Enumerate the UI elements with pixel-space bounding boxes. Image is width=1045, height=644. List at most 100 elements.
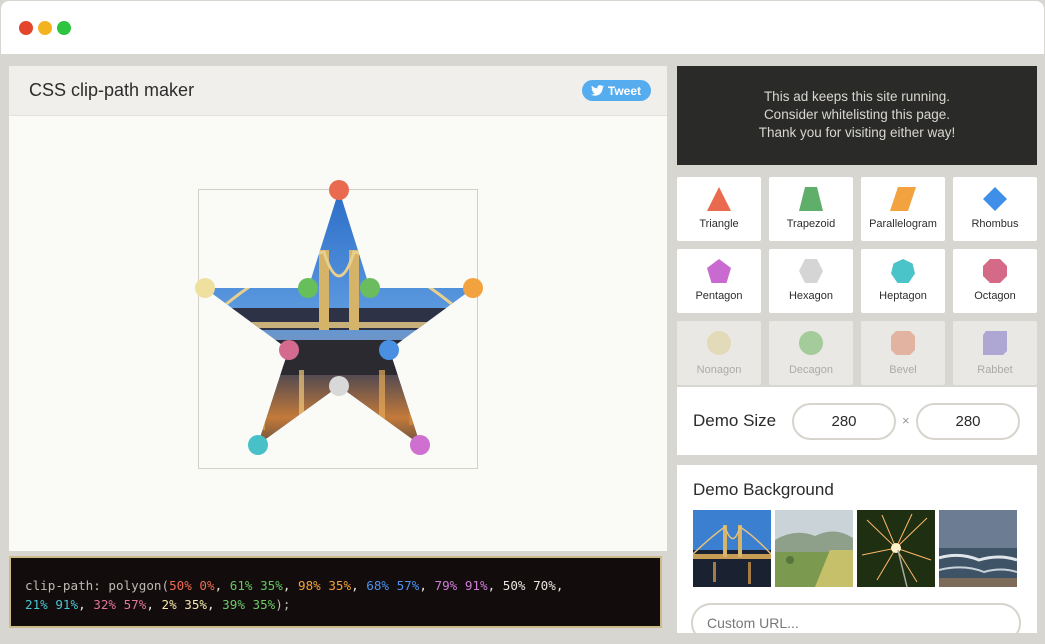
pentagon-icon [707,259,731,283]
clip-point-2-handle[interactable] [359,278,380,298]
code-prefix: clip-path: polygon( [25,578,170,593]
tweet-button[interactable]: Tweet [581,80,651,101]
code-point-8: 32% 57% [93,597,147,612]
code-point-9: 2% 35% [161,597,208,612]
code-point-6: 50% 70% [502,578,556,593]
ad-line-1: This ad keeps this site running. [763,89,951,104]
shape-bevel[interactable]: Bevel [861,321,945,385]
heptagon-icon [891,259,915,283]
code-sep: , [419,578,435,593]
hexagon-icon [799,259,823,283]
code-point-5: 79% 91% [434,578,488,593]
code-sep: , [487,578,503,593]
code-sep: , [214,578,230,593]
custom-url-input[interactable]: Custom URL... [691,603,1021,633]
code-suffix: ); [275,597,291,612]
size-separator: × [902,413,910,428]
valley-thumbnail[interactable] [775,510,853,587]
shape-label: Bevel [889,364,917,376]
beach-image [939,510,1017,587]
shape-parallelogram[interactable]: Parallelogram [861,177,945,241]
shape-label: Rhombus [971,218,1019,230]
shape-label: Parallelogram [869,218,937,230]
trapezoid-icon [799,187,823,211]
shape-hexagon[interactable]: Hexagon [769,249,853,313]
shape-label: Heptagon [879,290,927,302]
shape-label: Hexagon [788,290,834,302]
triangle-icon [707,187,731,211]
shape-trapezoid[interactable]: Trapezoid [769,177,853,241]
parallelogram-icon [890,187,916,211]
bevel-icon [891,331,915,355]
shape-label: Rabbet [977,364,1013,376]
demo-height-input[interactable]: 280 [916,403,1020,440]
shape-label: Pentagon [695,290,743,302]
shape-pentagon[interactable]: Pentagon [677,249,761,313]
demo-size-panel: Demo Size 280 × 280 [677,387,1037,455]
clip-point-8-handle[interactable] [278,339,299,360]
minimize-window-button[interactable] [38,21,52,35]
demo-background-panel: Demo Background Custom URL... [677,465,1037,633]
valley-image [775,510,853,587]
demo-background-label: Demo Background [693,480,834,499]
page-title: CSS clip-path maker [29,80,195,100]
shape-rabbet[interactable]: Rabbet [953,321,1037,385]
ad-line-3: Thank you for visiting either way! [758,125,956,140]
clip-point-7-handle[interactable] [247,434,268,455]
clip-point-6-handle[interactable] [329,376,349,396]
code-sep: , [146,597,162,612]
clip-point-1-handle[interactable] [329,180,349,200]
rhombus-icon [983,187,1007,211]
clip-point-9-handle[interactable] [194,278,215,298]
shape-decagon[interactable]: Decagon [769,321,853,385]
maximize-window-button[interactable] [57,21,71,35]
shape-label: Trapezoid [786,218,836,230]
shape-octagon[interactable]: Octagon [953,249,1037,313]
beach-thumbnail[interactable] [939,510,1017,587]
shape-heptagon[interactable]: Heptagon [861,249,945,313]
code-sep: , [351,578,367,593]
demo-size-label: Demo Size [693,411,777,430]
shape-label: Triangle [699,218,739,230]
twitter-bird-icon [590,85,604,96]
sparkler-image [857,510,935,587]
code-sep: , [555,578,571,593]
shape-label: Octagon [974,290,1016,302]
code-point-10: 39% 35% [222,597,276,612]
shape-nonagon[interactable]: Nonagon [677,321,761,385]
code-sep: , [78,597,94,612]
bridge-image [693,510,771,587]
shape-triangle[interactable]: Triangle [677,177,761,241]
clip-point-3-handle[interactable] [463,278,484,298]
octagon-icon [983,259,1007,283]
shape-rhombus[interactable]: Rhombus [953,177,1037,241]
shape-label: Decagon [788,364,834,376]
code-sep: , [207,597,223,612]
shape-label: Nonagon [696,364,742,376]
demo-width-input[interactable]: 280 [792,403,896,440]
clip-point-5-handle[interactable] [410,434,431,455]
clip-point-4-handle[interactable] [379,339,400,360]
close-window-button[interactable] [19,21,33,35]
clip-demo-area [194,180,484,469]
code-point-1: 50% 0% [169,578,215,593]
code-point-4: 68% 57% [366,578,420,593]
code-point-7: 21% 91% [25,597,79,612]
demo-header: CSS clip-path maker Tweet [9,66,667,116]
ad-banner: This ad keeps this site running. Conside… [677,66,1037,165]
rabbet-icon [983,331,1007,355]
css-output[interactable]: clip-path: polygon(50% 0%, 61% 35%, 98% … [9,556,662,628]
clipped-demo-image [204,190,474,445]
browser-window: CSS clip-path maker Tweet clip-path: pol… [0,0,1045,644]
code-sep: , [282,578,298,593]
ad-line-2: Consider whitelisting this page. [763,107,951,122]
demo-panel: CSS clip-path maker Tweet [9,66,667,551]
sparkler-thumbnail[interactable] [857,510,935,587]
code-point-2: 61% 35% [229,578,283,593]
window-titlebar [1,1,1044,54]
code-point-3: 98% 35% [297,578,352,593]
bridge-thumbnail[interactable] [693,510,771,587]
decagon-icon [799,331,823,355]
tweet-label: Tweet [607,83,641,98]
nonagon-icon [707,331,731,355]
